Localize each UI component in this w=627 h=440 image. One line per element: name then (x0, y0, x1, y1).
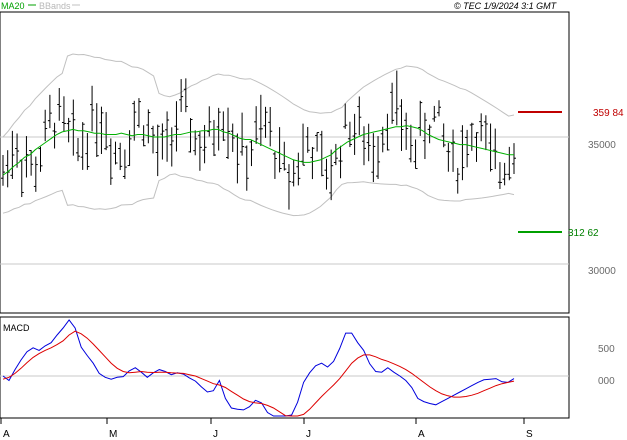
price-tick-label: 35000 (588, 140, 616, 151)
x-tick-label: J (306, 429, 311, 440)
macd-tick-label: 500 (598, 344, 615, 355)
macd-tick-label: 000 (598, 376, 615, 387)
macd-panel (0, 316, 570, 419)
macd-title: MACD (3, 323, 30, 333)
bbands-legend: BBands (39, 1, 71, 11)
price-tick-label: 30000 (588, 266, 616, 277)
resistance-label: 359 84 (593, 108, 624, 119)
x-tick-label: A (3, 429, 10, 440)
x-tick-label: M (109, 429, 117, 440)
copyright-label: © TEC 1/9/2024 3:1 GMT (454, 1, 558, 11)
support-label: 312 62 (568, 228, 599, 239)
x-ticks: A M J J A S (0, 418, 533, 440)
x-tick-label: A (418, 429, 425, 440)
x-tick-label: S (526, 429, 533, 440)
ma20-legend: MA20 (1, 1, 25, 11)
x-tick-label: J (213, 429, 218, 440)
chart-canvas: A M J J A S 35000 30000 500 000 MA20 BBa… (0, 1, 624, 440)
